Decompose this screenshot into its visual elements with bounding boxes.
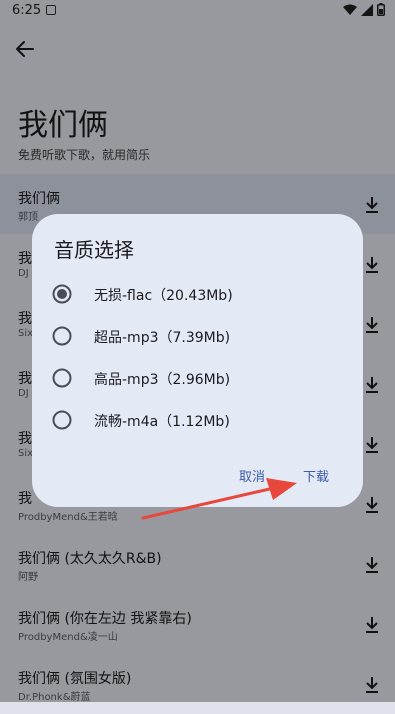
quality-option-m4a[interactable]: 流畅-m4a（1.12Mb) [52,402,342,438]
quality-option-flac[interactable]: 无损-flac（20.43Mb) [52,276,342,312]
radio-unselected-icon[interactable] [52,326,72,346]
download-button[interactable]: 下载 [303,466,329,485]
radio-unselected-icon[interactable] [52,368,72,388]
dialog-title: 音质选择 [54,238,134,262]
radio-unselected-icon[interactable] [52,410,72,430]
quality-dialog: 音质选择 无损-flac（20.43Mb) 超品-mp3（7.39Mb) 高品-… [32,214,363,507]
option-label: 无损-flac（20.43Mb) [94,288,233,304]
radio-selected-icon[interactable] [52,284,72,304]
option-label: 高品-mp3（2.96Mb) [94,372,231,388]
option-label: 超品-mp3（7.39Mb) [94,330,231,346]
option-label: 流畅-m4a（1.12Mb) [94,414,230,430]
quality-option-mp3-high[interactable]: 超品-mp3（7.39Mb) [52,318,342,354]
quality-option-mp3[interactable]: 高品-mp3（2.96Mb) [52,360,342,396]
cancel-button[interactable]: 取消 [239,466,265,485]
